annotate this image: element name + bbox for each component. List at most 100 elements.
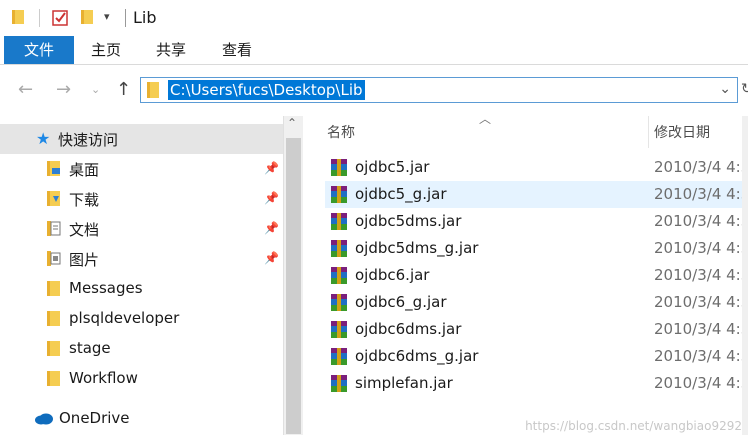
file-row[interactable]: simplefan.jar 2010/3/4 4:3: [325, 370, 748, 397]
nav-item-label: Messages: [69, 279, 143, 297]
file-name: ojdbc5.jar: [355, 158, 430, 176]
recent-locations-icon[interactable]: ⌄: [91, 83, 100, 96]
nav-item-onedrive[interactable]: OneDrive: [0, 404, 283, 434]
folder-icon: [47, 281, 60, 296]
pin-icon[interactable]: 📌: [264, 251, 279, 265]
nav-item-messages[interactable]: Messages: [0, 274, 283, 304]
nav-item-workflow[interactable]: Workflow: [0, 364, 283, 394]
jar-archive-icon: [331, 186, 347, 203]
documents-folder-icon: [47, 221, 61, 236]
nav-item-label: Workflow: [69, 369, 138, 387]
nav-item-label: 图片: [69, 251, 100, 269]
nav-item-label: plsqldeveloper: [69, 309, 180, 327]
file-date: 2010/3/4 4:3: [654, 293, 748, 311]
file-row[interactable]: ojdbc6.jar 2010/3/4 4:3: [325, 262, 748, 289]
file-date: 2010/3/4 4:3: [654, 374, 748, 392]
nav-item-downloads[interactable]: 下载 📌: [0, 184, 283, 214]
tab-view[interactable]: 查看: [209, 36, 265, 64]
customize-toolbar-icon[interactable]: ▾: [104, 10, 110, 23]
watermark: https://blog.csdn.net/wangbiao9292: [525, 419, 742, 433]
folder-icon: [47, 341, 60, 356]
file-name: ojdbc6dms_g.jar: [355, 347, 479, 365]
file-name: ojdbc5_g.jar: [355, 185, 447, 203]
jar-archive-icon: [331, 240, 347, 257]
address-bar[interactable]: C:\Users\fucs\Desktop\Lib ⌄: [140, 77, 738, 103]
new-folder-icon[interactable]: [80, 9, 94, 25]
file-name: ojdbc6.jar: [355, 266, 430, 284]
file-row[interactable]: ojdbc5.jar 2010/3/4 4:3: [325, 154, 748, 181]
folder-icon[interactable]: [11, 9, 25, 25]
back-arrow-icon[interactable]: ←: [18, 79, 33, 100]
nav-item-quick-access[interactable]: ★ 快速访问: [0, 124, 283, 154]
title-divider: [125, 9, 126, 27]
folder-icon: [147, 82, 159, 98]
toolbar-divider: [39, 9, 40, 27]
file-row[interactable]: ojdbc6dms.jar 2010/3/4 4:3: [325, 316, 748, 343]
nav-item-label: OneDrive: [59, 409, 130, 427]
file-name: ojdbc5dms_g.jar: [355, 239, 479, 257]
pin-icon[interactable]: 📌: [264, 161, 279, 175]
file-row[interactable]: ojdbc5dms.jar 2010/3/4 4:3: [325, 208, 748, 235]
nav-item-desktop[interactable]: 桌面 📌: [0, 154, 283, 184]
jar-archive-icon: [331, 294, 347, 311]
address-path[interactable]: C:\Users\fucs\Desktop\Lib: [168, 80, 365, 100]
window-title: Lib: [133, 8, 157, 27]
folder-icon: [47, 371, 60, 386]
nav-item-label: stage: [69, 339, 111, 357]
column-header: 名称 ︿ 修改日期: [303, 112, 748, 148]
nav-item-label: 桌面: [69, 161, 100, 179]
file-name: ojdbc5dms.jar: [355, 212, 462, 230]
scroll-up-icon[interactable]: ⌃: [287, 116, 297, 130]
jar-archive-icon: [331, 159, 347, 176]
jar-archive-icon: [331, 375, 347, 392]
column-date[interactable]: 修改日期: [654, 122, 710, 142]
pictures-folder-icon: [47, 251, 61, 266]
column-name[interactable]: 名称: [327, 122, 355, 142]
file-date: 2010/3/4 4:3: [654, 185, 748, 203]
file-list: 名称 ︿ 修改日期 ojdbc5.jar 2010/3/4 4:3 ojdbc5_g…: [303, 112, 748, 435]
nav-item-pictures[interactable]: 图片 📌: [0, 244, 283, 274]
file-name: simplefan.jar: [355, 374, 453, 392]
desktop-folder-icon: [47, 161, 60, 176]
scrollbar-thumb[interactable]: [286, 138, 301, 434]
file-date: 2010/3/4 4:3: [654, 266, 748, 284]
file-date: 2010/3/4 4:3: [654, 239, 748, 257]
file-row[interactable]: ojdbc6dms_g.jar 2010/3/4 4:3: [325, 343, 748, 370]
nav-item-label: 快速访问: [58, 131, 119, 149]
title-bar: ▾ Lib: [0, 0, 748, 36]
refresh-icon[interactable]: ↻: [741, 81, 748, 97]
jar-archive-icon: [331, 213, 347, 230]
nav-item-label: 文档: [69, 221, 100, 239]
pin-icon[interactable]: 📌: [264, 221, 279, 235]
file-row[interactable]: ojdbc5dms_g.jar 2010/3/4 4:3: [325, 235, 748, 262]
nav-item-documents[interactable]: 文档 📌: [0, 214, 283, 244]
jar-archive-icon: [331, 348, 347, 365]
cloud-icon: [35, 413, 53, 425]
file-row[interactable]: ojdbc5_g.jar 2010/3/4 4:3: [325, 181, 748, 208]
jar-archive-icon: [331, 267, 347, 284]
nav-scrollbar[interactable]: ⌃: [283, 116, 303, 435]
file-date: 2010/3/4 4:3: [654, 347, 748, 365]
navigation-pane: ★ 快速访问 桌面 📌 下载 📌 文档 📌 图片 📌 Messages plsq…: [0, 116, 303, 435]
forward-arrow-icon[interactable]: →: [56, 79, 71, 100]
tab-share[interactable]: 共享: [143, 36, 199, 64]
file-row[interactable]: ojdbc6_g.jar 2010/3/4 4:3: [325, 289, 748, 316]
nav-item-stage[interactable]: stage: [0, 334, 283, 364]
list-scrollbar[interactable]: [742, 116, 748, 435]
folder-icon: [47, 311, 60, 326]
file-name: ojdbc6dms.jar: [355, 320, 462, 338]
properties-icon[interactable]: [52, 9, 69, 26]
address-row: ← → ⌄ ↑ C:\Users\fucs\Desktop\Lib ⌄ ↻: [0, 65, 748, 115]
star-icon: ★: [36, 129, 51, 148]
chevron-down-icon[interactable]: ⌄: [719, 81, 731, 97]
tab-home[interactable]: 主页: [78, 36, 134, 64]
file-date: 2010/3/4 4:3: [654, 320, 748, 338]
jar-archive-icon: [331, 321, 347, 338]
downloads-folder-icon: [47, 191, 60, 206]
ribbon: 文件 主页 共享 查看: [0, 36, 748, 65]
column-divider[interactable]: [648, 116, 649, 148]
pin-icon[interactable]: 📌: [264, 191, 279, 205]
up-arrow-icon[interactable]: ↑: [116, 79, 131, 100]
nav-item-plsqldeveloper[interactable]: plsqldeveloper: [0, 304, 283, 334]
tab-file[interactable]: 文件: [4, 36, 74, 64]
